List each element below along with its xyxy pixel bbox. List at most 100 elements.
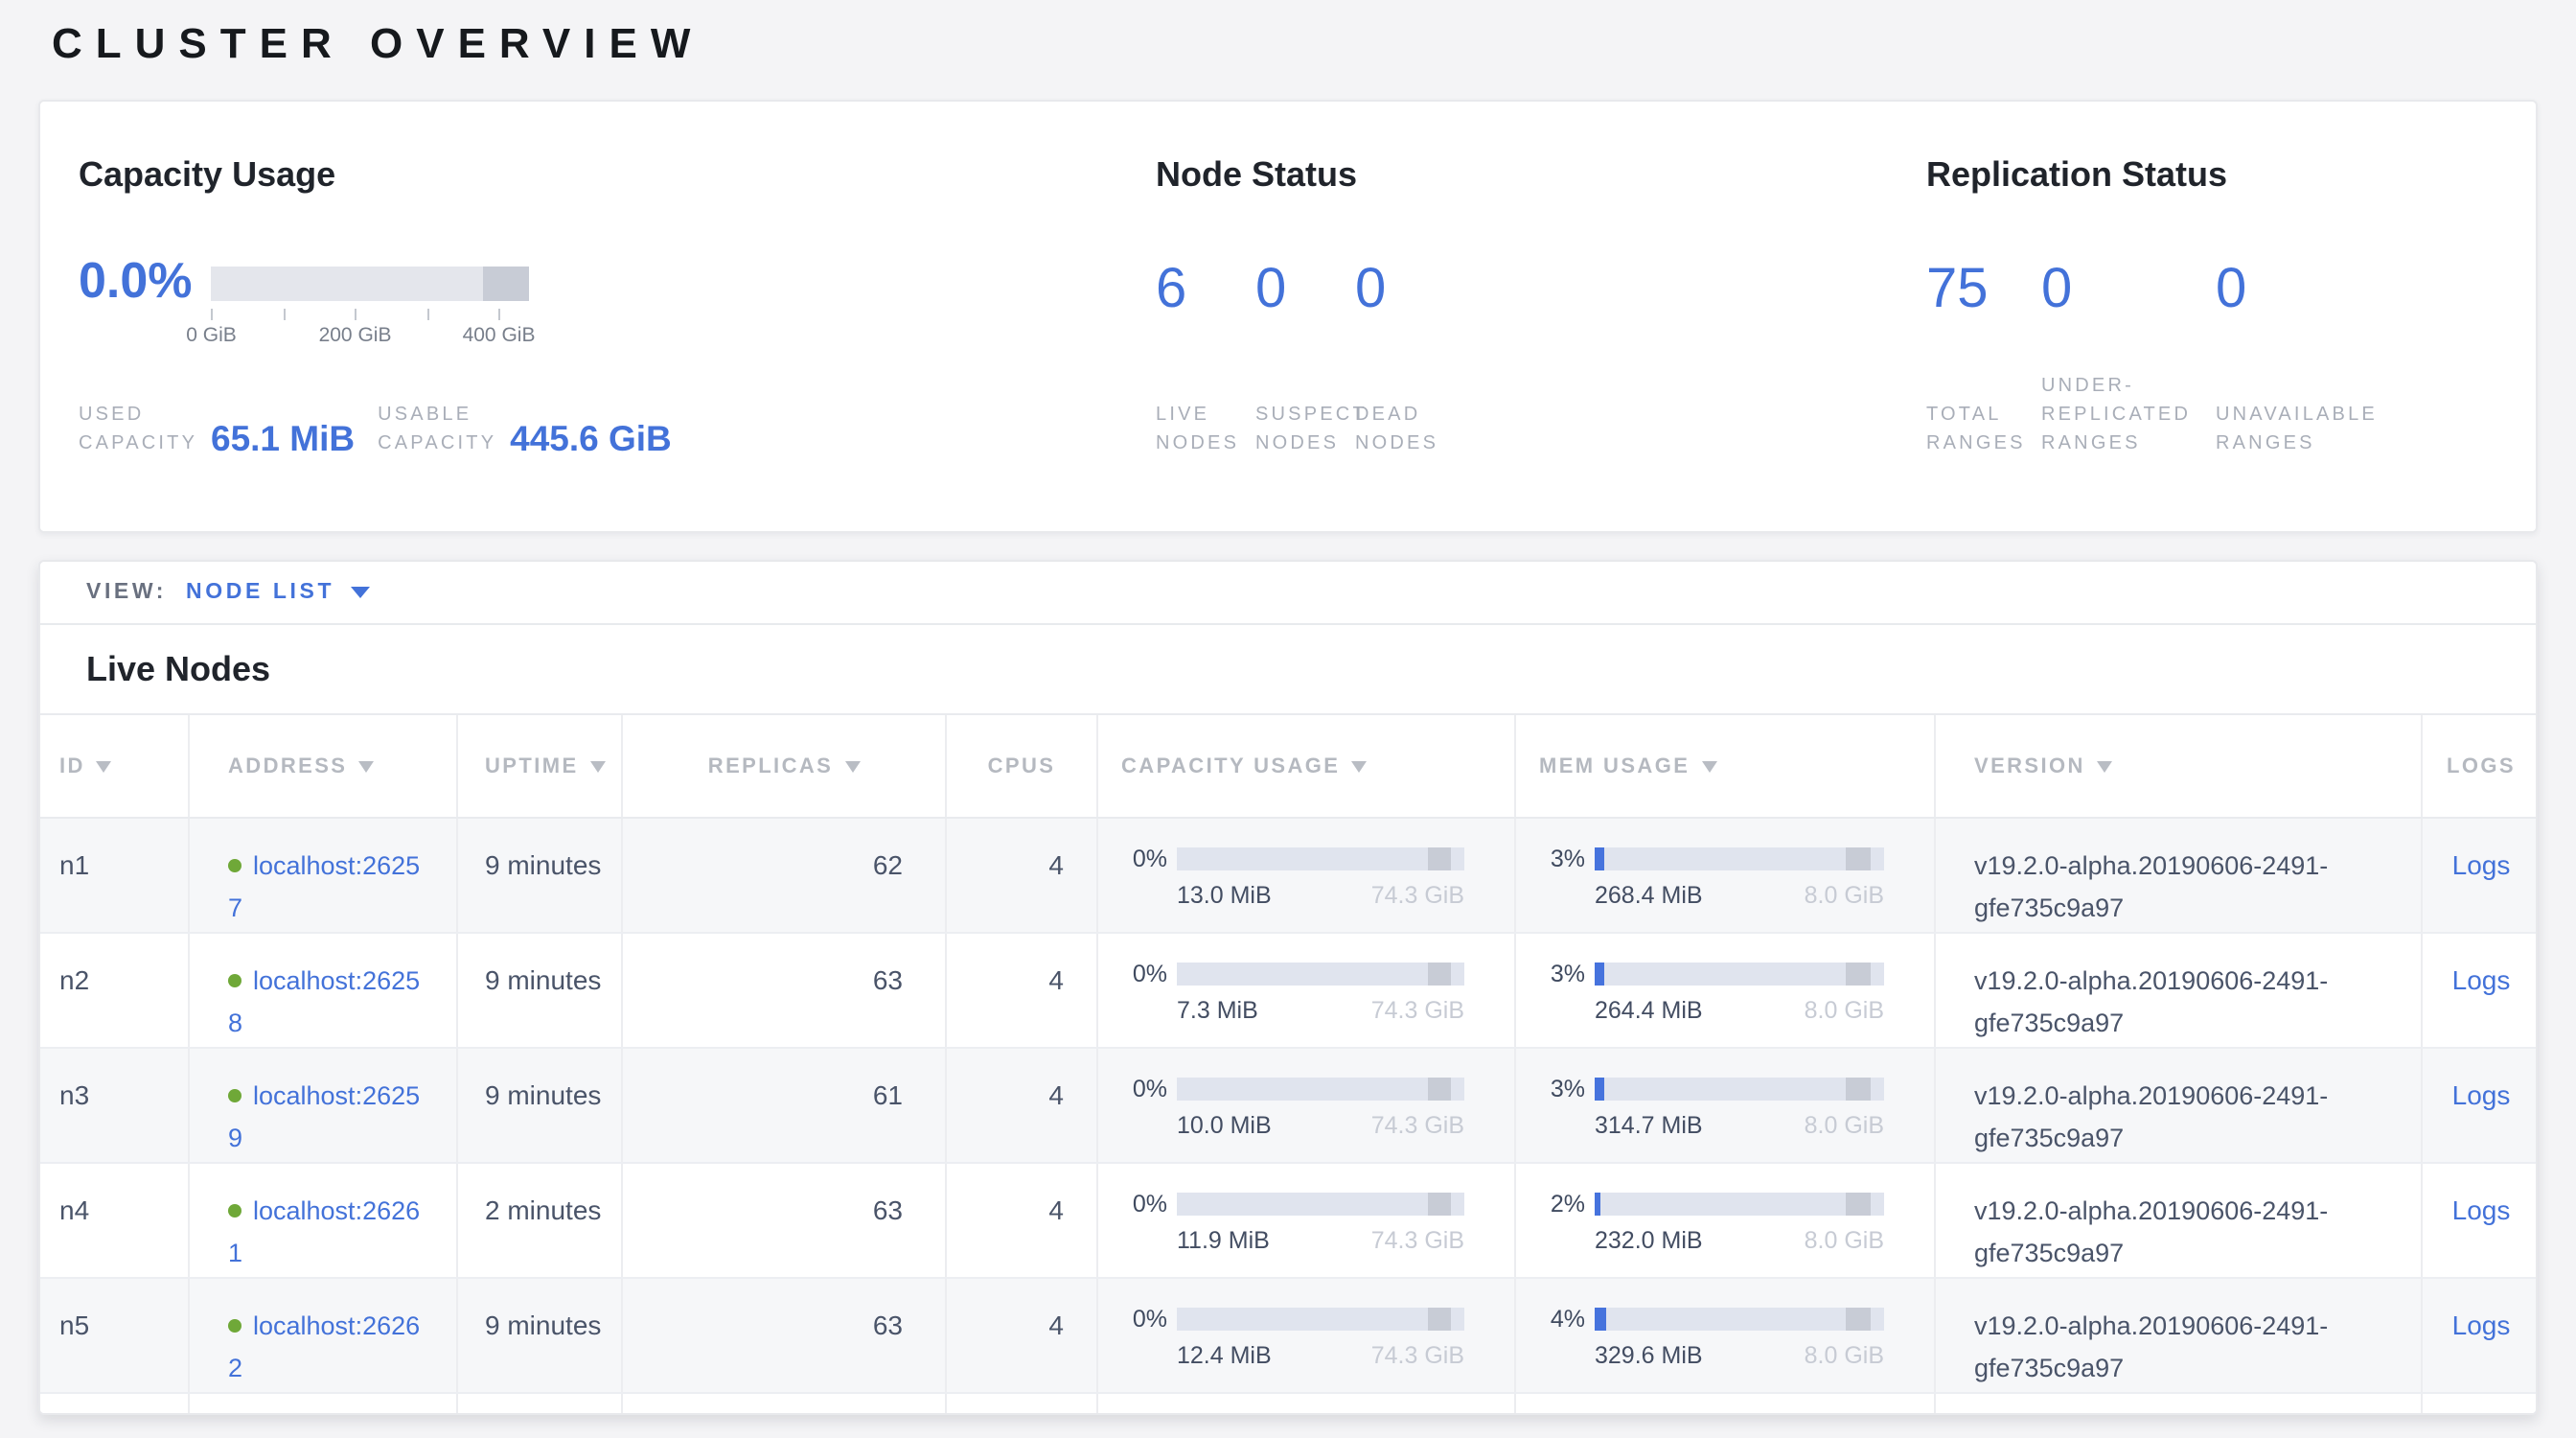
cell-version: v19.2.0-alpha.20190606-2491-gfe735c9a97: [1936, 934, 2423, 1047]
cell-version: v19.2.0-alpha.20190606-2491-gfe735c9a97: [1936, 1049, 2423, 1162]
cell-cpus: 4: [947, 819, 1098, 932]
table-row: n4 localhost:26261 2 minutes 63 4 0% 11.…: [40, 1164, 2536, 1279]
capacity-gauge-reserved-segment: [483, 267, 529, 301]
view-dropdown[interactable]: NODE LIST: [186, 581, 369, 604]
cell-capacity-usage: 0% 11.9 MiB74.3 GiB: [1098, 1164, 1516, 1277]
column-header-capacity-usage[interactable]: CAPACITY USAGE: [1098, 715, 1516, 817]
cell-mem-usage: 2% 232.0 MiB8.0 GiB: [1516, 1164, 1936, 1277]
memory-bar: [1595, 963, 1884, 986]
logs-link[interactable]: Logs: [2452, 1194, 2511, 1225]
gauge-tick-label-0: 0 GiB: [186, 324, 237, 347]
cell-node-id: n4: [40, 1164, 190, 1277]
table-row: n5 localhost:26262 9 minutes 63 4 0% 12.…: [40, 1279, 2536, 1394]
cell-capacity-usage: 0% 10.0 MiB74.3 GiB: [1098, 1049, 1516, 1162]
view-dropdown-value: NODE LIST: [186, 581, 334, 604]
logs-link[interactable]: Logs: [2452, 849, 2511, 880]
capacity-bar: [1177, 963, 1464, 986]
column-header-id[interactable]: ID: [40, 715, 190, 817]
column-header-uptime[interactable]: UPTIME: [458, 715, 623, 817]
address-link[interactable]: localhost:26261: [228, 1196, 420, 1267]
capacity-usage-section: Capacity Usage 0.0% 0 GiB 200 GiB 400 Gi…: [79, 102, 1123, 531]
sort-desc-icon: [590, 760, 606, 772]
logs-link[interactable]: Logs: [2452, 1310, 2511, 1340]
column-header-logs: LOGS: [2423, 715, 2538, 817]
unavailable-ranges-label: UNAVAILABLE RANGES: [2216, 401, 2388, 458]
chevron-down-icon: [350, 587, 369, 598]
cell-uptime: 9 minutes: [458, 1279, 623, 1392]
cell-replicas: 63: [623, 1279, 947, 1392]
table-row: n2 localhost:26258 9 minutes 63 4 0% 7.3…: [40, 934, 2536, 1049]
node-healthy-icon: [228, 1204, 242, 1218]
total-ranges-label: TOTAL RANGES: [1926, 401, 2026, 458]
view-selector-bar: VIEW: NODE LIST: [40, 562, 2536, 625]
usable-capacity-stat: USABLE CAPACITY 445.6 GiB: [378, 401, 672, 458]
total-ranges-stat: 75 TOTAL RANGES: [1926, 259, 2041, 458]
table-row: n3 localhost:26259 9 minutes 61 4 0% 10.…: [40, 1049, 2536, 1164]
live-nodes-count: 6: [1156, 259, 1186, 320]
cell-capacity-usage: 0% 12.4 MiB74.3 GiB: [1098, 1279, 1516, 1392]
under-replicated-ranges-label: UNDER-REPLICATED RANGES: [2041, 372, 2195, 458]
cell-logs: Logs: [2423, 819, 2538, 932]
cell-address: localhost:26259: [190, 1049, 458, 1162]
cell-mem-usage: 3% 268.4 MiB8.0 GiB: [1516, 819, 1936, 932]
node-healthy-icon: [228, 1089, 242, 1102]
cell-logs: Logs: [2423, 1049, 2538, 1162]
table-row-clipped: [40, 1394, 2536, 1415]
capacity-gauge: 0.0% 0 GiB 200 GiB 400 GiB: [79, 255, 530, 301]
cell-replicas: 61: [623, 1049, 947, 1162]
node-healthy-icon: [228, 859, 242, 872]
logs-link[interactable]: Logs: [2452, 1079, 2511, 1110]
cell-node-id: n3: [40, 1049, 190, 1162]
column-header-cpus: CPUS: [947, 715, 1098, 817]
replication-status-title: Replication Status: [1926, 155, 2227, 196]
unavailable-ranges-count: 0: [2216, 259, 2246, 320]
cell-uptime: 2 minutes: [458, 1164, 623, 1277]
cell-uptime: 9 minutes: [458, 819, 623, 932]
suspect-nodes-label: SUSPECT NODES: [1255, 401, 1351, 458]
cell-node-id: n1: [40, 819, 190, 932]
address-link[interactable]: localhost:26258: [228, 966, 420, 1037]
cell-mem-usage: 3% 264.4 MiB8.0 GiB: [1516, 934, 1936, 1047]
used-capacity-label: USED CAPACITY: [79, 401, 197, 458]
logs-link[interactable]: Logs: [2452, 964, 2511, 995]
cell-replicas: 62: [623, 819, 947, 932]
cell-uptime: 9 minutes: [458, 1049, 623, 1162]
cell-capacity-usage: 0% 13.0 MiB74.3 GiB: [1098, 819, 1516, 932]
capacity-bar: [1177, 1193, 1464, 1216]
cell-address: localhost:26261: [190, 1164, 458, 1277]
address-link[interactable]: localhost:26262: [228, 1311, 420, 1382]
cell-address: localhost:26257: [190, 819, 458, 932]
capacity-gauge-bar: 0 GiB 200 GiB 400 GiB: [212, 267, 530, 301]
table-row: n1 localhost:26257 9 minutes 62 4 0% 13.…: [40, 819, 2536, 934]
cell-version: v19.2.0-alpha.20190606-2491-gfe735c9a97: [1936, 819, 2423, 932]
capacity-bar: [1177, 1078, 1464, 1101]
cell-node-id: n2: [40, 934, 190, 1047]
cell-replicas: 63: [623, 934, 947, 1047]
cell-mem-usage: 4% 329.6 MiB8.0 GiB: [1516, 1279, 1936, 1392]
column-header-replicas[interactable]: REPLICAS: [623, 715, 947, 817]
memory-bar: [1595, 1308, 1884, 1331]
dead-nodes-label: DEAD NODES: [1355, 401, 1451, 458]
cell-logs: Logs: [2423, 1164, 2538, 1277]
column-header-version[interactable]: VERSION: [1936, 715, 2423, 817]
address-link[interactable]: localhost:26259: [228, 1081, 420, 1152]
page-title: CLUSTER OVERVIEW: [52, 19, 703, 69]
cell-cpus: 4: [947, 1164, 1098, 1277]
cell-logs: Logs: [2423, 934, 2538, 1047]
used-capacity-stat: USED CAPACITY 65.1 MiB: [79, 401, 355, 458]
suspect-nodes-stat: 0 SUSPECT NODES: [1255, 259, 1355, 458]
suspect-nodes-count: 0: [1255, 259, 1286, 320]
node-status-section: Node Status 6 LIVE NODES 0 SUSPECT NODES…: [1156, 102, 1884, 531]
cell-node-id: n5: [40, 1279, 190, 1392]
column-header-mem-usage[interactable]: MEM USAGE: [1516, 715, 1936, 817]
cell-address: localhost:26258: [190, 934, 458, 1047]
sort-desc-icon: [358, 760, 374, 772]
cell-version: v19.2.0-alpha.20190606-2491-gfe735c9a97: [1936, 1164, 2423, 1277]
usable-capacity-label: USABLE CAPACITY: [378, 401, 496, 458]
column-header-address[interactable]: ADDRESS: [190, 715, 458, 817]
live-nodes-stat: 6 LIVE NODES: [1156, 259, 1255, 458]
capacity-bar: [1177, 1308, 1464, 1331]
table-header-row: ID ADDRESS UPTIME REPLICAS CPUS CAPACITY…: [40, 713, 2536, 819]
dead-nodes-stat: 0 DEAD NODES: [1355, 259, 1455, 458]
address-link[interactable]: localhost:26257: [228, 851, 420, 922]
